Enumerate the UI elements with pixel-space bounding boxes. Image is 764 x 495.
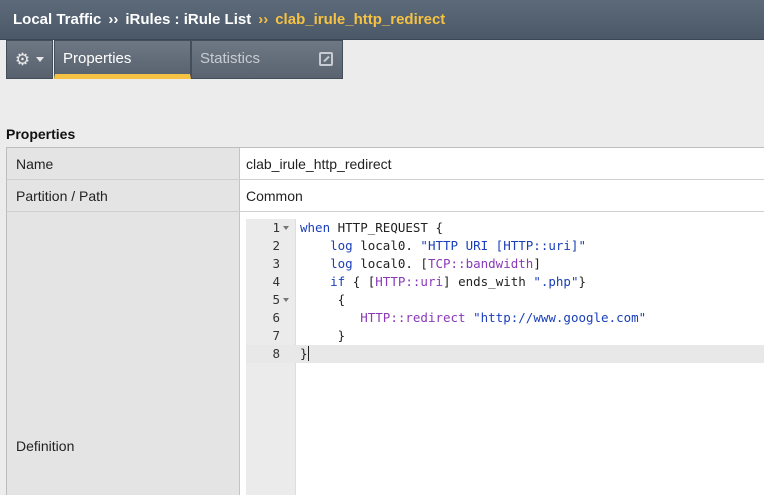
breadcrumb-current: clab_irule_http_redirect <box>275 11 446 28</box>
definition-label: Definition <box>7 212 240 495</box>
code-editor[interactable]: 1 when HTTP_REQUEST { 2 log local0. "HTTP … <box>246 219 764 495</box>
code-text: when HTTP_REQUEST { <box>300 220 443 235</box>
chevron-down-icon <box>36 57 45 62</box>
breadcrumb: Local Traffic ›› iRules : iRule List ›› … <box>0 0 764 40</box>
code-line[interactable]: 7 } <box>246 327 764 345</box>
line-number: 6 <box>272 310 280 325</box>
code-text: { <box>300 292 346 307</box>
table-row-partition: Partition / Path Common <box>7 180 764 212</box>
code-line[interactable]: 8} <box>246 345 764 363</box>
code-line[interactable]: 2 log local0. "HTTP URI [HTTP::uri]" <box>246 237 764 255</box>
partition-value: Common <box>240 180 764 211</box>
definition-value: 1 when HTTP_REQUEST { 2 log local0. "HTTP … <box>240 212 764 495</box>
table-row-definition: Definition 1 when HTTP_REQUEST { 2 log loc… <box>7 212 764 495</box>
code-text: log local0. [TCP::bandwidth] <box>330 256 541 271</box>
code-text: HTTP::redirect "http://www.google.com" <box>360 310 647 325</box>
breadcrumb-separator: ›› <box>108 11 119 28</box>
text-cursor <box>307 346 309 361</box>
options-menu-button[interactable]: ⚙ <box>6 40 53 79</box>
section-title: Properties <box>6 126 76 142</box>
tab-statistics[interactable]: Statistics <box>191 40 343 79</box>
tab-statistics-label: Statistics <box>200 50 261 67</box>
fold-arrow-icon[interactable] <box>283 226 289 230</box>
fold-arrow-icon[interactable] <box>283 298 289 302</box>
line-number: 5 <box>272 292 280 307</box>
code-line[interactable]: 3 log local0. [TCP::bandwidth] <box>246 255 764 273</box>
code-text: } <box>300 346 309 361</box>
code-line[interactable]: 6 HTTP::redirect "http://www.google.com" <box>246 309 764 327</box>
breadcrumb-separator: ›› <box>258 11 269 28</box>
code-text: if { [HTTP::uri] ends_with ".php"} <box>330 274 587 289</box>
partition-label: Partition / Path <box>7 180 240 211</box>
table-row-name: Name clab_irule_http_redirect <box>7 148 764 180</box>
line-number: 2 <box>272 238 280 253</box>
line-number: 1 <box>272 220 280 235</box>
gear-icon: ⚙ <box>14 50 31 69</box>
code-text: } <box>300 328 346 343</box>
properties-table: Name clab_irule_http_redirect Partition … <box>6 147 764 495</box>
breadcrumb-irule-list[interactable]: iRules : iRule List <box>125 11 251 28</box>
code-text: log local0. "HTTP URI [HTTP::uri]" <box>330 238 586 253</box>
line-number: 8 <box>272 346 280 361</box>
name-value: clab_irule_http_redirect <box>240 148 764 179</box>
tab-bar: ⚙ Properties Statistics <box>0 40 764 80</box>
tab-properties-label: Properties <box>63 50 132 67</box>
code-line[interactable]: 1 when HTTP_REQUEST { <box>246 219 764 237</box>
line-number: 3 <box>272 256 280 271</box>
name-label: Name <box>7 148 240 179</box>
code-line[interactable]: 4 if { [HTTP::uri] ends_with ".php"} <box>246 273 764 291</box>
tab-properties[interactable]: Properties <box>54 40 191 79</box>
breadcrumb-local-traffic[interactable]: Local Traffic <box>13 11 101 28</box>
open-external-icon[interactable] <box>319 52 333 66</box>
line-number: 7 <box>272 328 280 343</box>
line-number: 4 <box>272 274 280 289</box>
code-line[interactable]: 5 { <box>246 291 764 309</box>
